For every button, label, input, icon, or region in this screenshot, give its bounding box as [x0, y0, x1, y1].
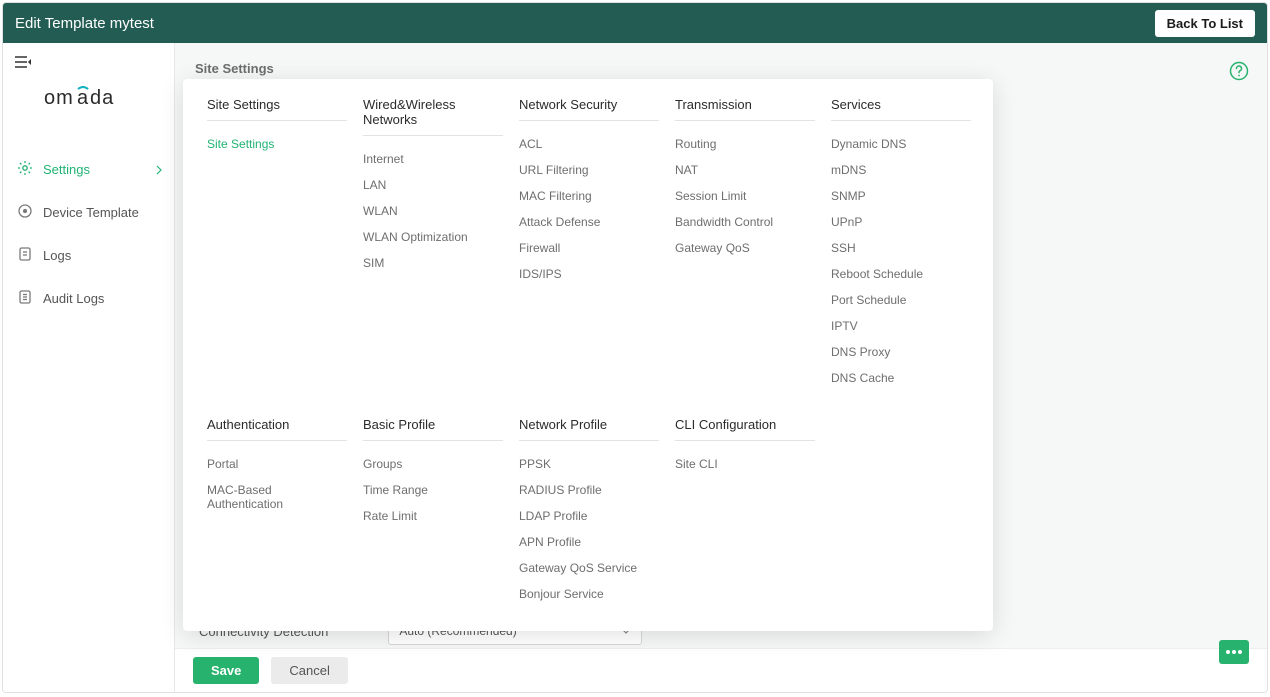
menu-item-nat[interactable]: NAT — [675, 157, 815, 183]
sidebar-item-label: Settings — [43, 162, 90, 177]
menu-item-wlan-optimization[interactable]: WLAN Optimization — [363, 224, 503, 250]
chevron-right-icon — [156, 165, 162, 175]
menu-header: Authentication — [207, 417, 347, 441]
menu-header: Services — [831, 97, 971, 121]
help-icon[interactable] — [1229, 61, 1249, 84]
menu-item-dns-proxy[interactable]: DNS Proxy — [831, 339, 971, 365]
menu-item-ppsk[interactable]: PPSK — [519, 451, 659, 477]
menu-item-site-cli[interactable]: Site CLI — [675, 451, 815, 477]
sidebar-item-label: Audit Logs — [43, 291, 104, 306]
doc-icon — [17, 246, 33, 265]
menu-item-groups[interactable]: Groups — [363, 451, 503, 477]
brand-logo: om a da — [3, 85, 174, 112]
menu-item-mac-filtering[interactable]: MAC Filtering — [519, 183, 659, 209]
menu-item-session-limit[interactable]: Session Limit — [675, 183, 815, 209]
menu-header: Network Profile — [519, 417, 659, 441]
save-button[interactable]: Save — [193, 657, 259, 684]
menu-item-internet[interactable]: Internet — [363, 146, 503, 172]
menu-item-mdns[interactable]: mDNS — [831, 157, 971, 183]
sidebar-item-label: Device Template — [43, 205, 139, 220]
menu-item-site-settings[interactable]: Site Settings — [207, 131, 347, 157]
gear-icon — [17, 160, 33, 179]
menu-item-gateway-qos-service[interactable]: Gateway QoS Service — [519, 555, 659, 581]
menu-header: Wired&Wireless Networks — [363, 97, 503, 136]
sidebar-item-settings[interactable]: Settings — [3, 152, 174, 187]
menu-item-lan[interactable]: LAN — [363, 172, 503, 198]
menu-header: Network Security — [519, 97, 659, 121]
menu-item-rate-limit[interactable]: Rate Limit — [363, 503, 503, 529]
menu-item-sim[interactable]: SIM — [363, 250, 503, 276]
menu-item-acl[interactable]: ACL — [519, 131, 659, 157]
breadcrumb: Site Settings — [175, 61, 1267, 76]
sidebar-item-logs[interactable]: Logs — [3, 238, 174, 273]
menu-item-time-range[interactable]: Time Range — [363, 477, 503, 503]
chat-icon[interactable] — [1219, 640, 1249, 664]
menu-item-reboot-schedule[interactable]: Reboot Schedule — [831, 261, 971, 287]
menu-item-url-filtering[interactable]: URL Filtering — [519, 157, 659, 183]
menu-item-radius-profile[interactable]: RADIUS Profile — [519, 477, 659, 503]
menu-header: Transmission — [675, 97, 815, 121]
menu-item-ldap-profile[interactable]: LDAP Profile — [519, 503, 659, 529]
svg-text:om: om — [44, 87, 74, 109]
menu-item-iptv[interactable]: IPTV — [831, 313, 971, 339]
svg-text:da: da — [90, 87, 114, 109]
target-icon — [17, 203, 33, 222]
menu-item-firewall[interactable]: Firewall — [519, 235, 659, 261]
back-to-list-button[interactable]: Back To List — [1155, 10, 1255, 37]
page-title: Edit Template mytest — [15, 15, 154, 32]
menu-header: CLI Configuration — [675, 417, 815, 441]
menu-item-mac-based-authentication[interactable]: MAC-Based Authentication — [207, 477, 347, 517]
list-icon — [17, 289, 33, 308]
sidebar-item-label: Logs — [43, 248, 71, 263]
sidebar-item-audit-logs[interactable]: Audit Logs — [3, 281, 174, 316]
mega-menu: Site Settings Site Settings Wired&Wireless… — [183, 79, 993, 631]
menu-item-upnp[interactable]: UPnP — [831, 209, 971, 235]
menu-item-snmp[interactable]: SNMP — [831, 183, 971, 209]
menu-item-attack-defense[interactable]: Attack Defense — [519, 209, 659, 235]
menu-item-apn-profile[interactable]: APN Profile — [519, 529, 659, 555]
menu-item-ids-ips[interactable]: IDS/IPS — [519, 261, 659, 287]
sidebar-item-device-template[interactable]: Device Template — [3, 195, 174, 230]
svg-text:a: a — [77, 87, 89, 109]
menu-item-wlan[interactable]: WLAN — [363, 198, 503, 224]
menu-item-ssh[interactable]: SSH — [831, 235, 971, 261]
menu-header: Site Settings — [207, 97, 347, 121]
collapse-sidebar-icon[interactable] — [3, 55, 174, 69]
menu-item-bonjour-service[interactable]: Bonjour Service — [519, 581, 659, 607]
menu-item-bandwidth-control[interactable]: Bandwidth Control — [675, 209, 815, 235]
menu-item-gateway-qos[interactable]: Gateway QoS — [675, 235, 815, 261]
menu-item-dns-cache[interactable]: DNS Cache — [831, 365, 971, 391]
menu-item-portal[interactable]: Portal — [207, 451, 347, 477]
menu-item-port-schedule[interactable]: Port Schedule — [831, 287, 971, 313]
menu-item-dynamic-dns[interactable]: Dynamic DNS — [831, 131, 971, 157]
cancel-button[interactable]: Cancel — [271, 657, 347, 684]
menu-header: Basic Profile — [363, 417, 503, 441]
menu-item-routing[interactable]: Routing — [675, 131, 815, 157]
